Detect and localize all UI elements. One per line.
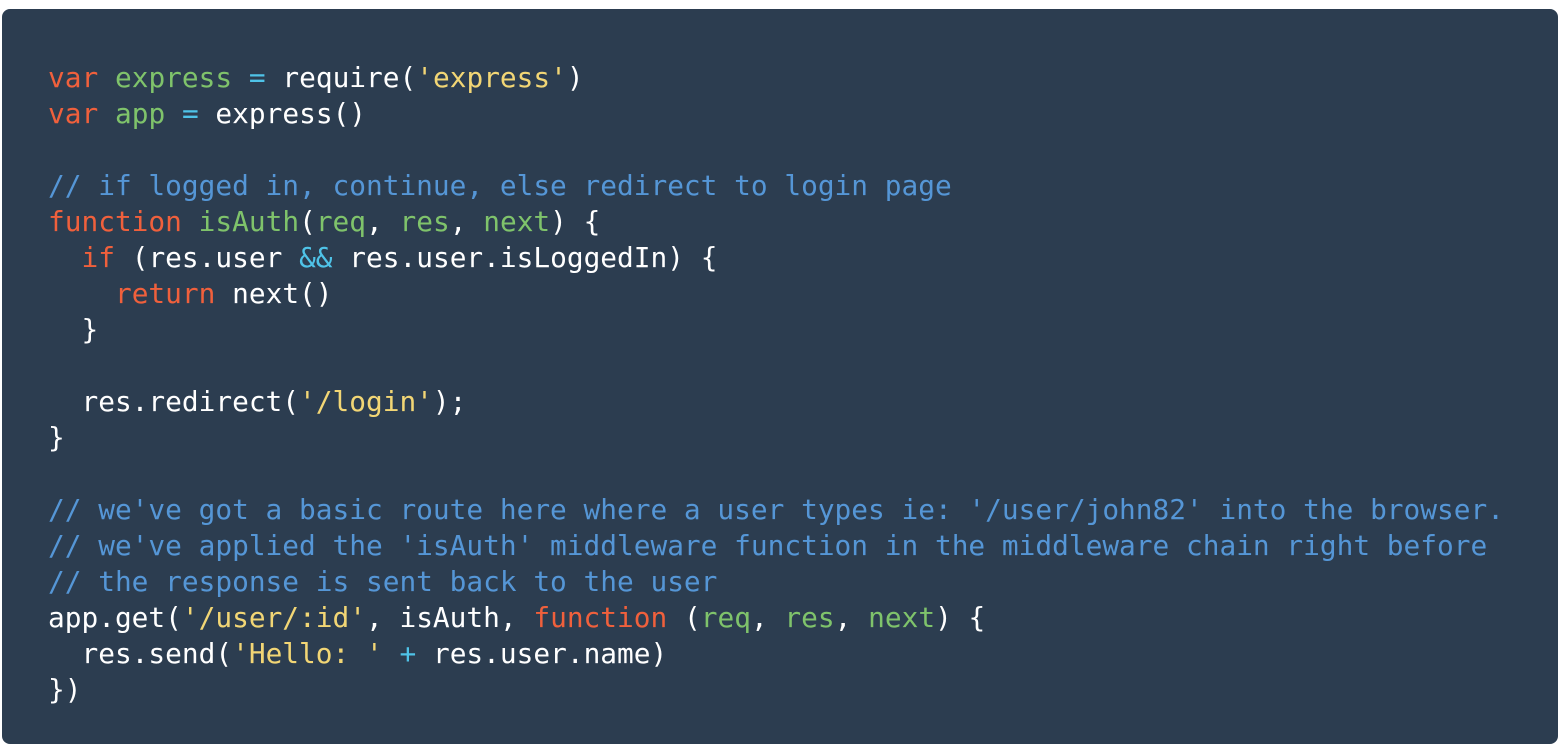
code-line: if (res.user && res.user.isLoggedIn) {	[48, 240, 1504, 276]
code-token-comment: // we've applied the 'isAuth' middleware…	[48, 529, 1488, 562]
code-line: var app = express()	[48, 96, 1504, 132]
code-block: var express = require('express') var app …	[2, 9, 1558, 744]
code-token-identifier: res	[399, 205, 450, 238]
code-token-plain: ) {	[935, 601, 986, 634]
code-token-plain: , isAuth,	[365, 601, 534, 634]
code-line: var express = require('express')	[48, 60, 1504, 96]
code-token-identifier: express	[114, 61, 233, 94]
code-line: ​	[48, 456, 1504, 492]
code-token-keyword: return	[114, 277, 216, 310]
code-token-plain: )	[566, 61, 584, 94]
code-token-identifier: res	[784, 601, 835, 634]
code-token-keyword: function	[48, 205, 182, 238]
code-token-plain: res.user.isLoggedIn) {	[332, 241, 718, 274]
code-token-keyword: var	[48, 61, 99, 94]
code-token-keyword: function	[533, 601, 668, 634]
code-token-keyword: var	[48, 97, 99, 130]
code-token-plain: require(	[265, 61, 417, 94]
code-line: // we've got a basic route here where a …	[48, 492, 1504, 528]
code-token-comment: // we've got a basic route here where a …	[48, 493, 1504, 526]
code-line: // the response is sent back to the user	[48, 564, 1504, 600]
code-line: res.redirect('/login');	[48, 384, 1504, 420]
code-token-comment: // if logged in, continue, else redirect…	[48, 169, 952, 202]
code-token-identifier: app	[114, 97, 166, 130]
code-token-operator: +	[399, 637, 417, 670]
code-line: function isAuth(req, res, next) {	[48, 204, 1504, 240]
code-token-string: '/login'	[299, 385, 433, 418]
code-token-identifier: req	[315, 205, 367, 238]
code-token-plain: app.get(	[48, 601, 182, 634]
code-line: })	[48, 672, 1504, 708]
code-token-string: 'Hello: '	[232, 637, 383, 670]
code-token-plain: (	[667, 601, 701, 634]
code-content: var express = require('express') var app …	[48, 60, 1504, 708]
code-token-plain: ,	[366, 205, 400, 238]
code-token-string: '/user/:id'	[181, 601, 366, 634]
code-line: ​	[48, 132, 1504, 168]
code-token-plain: ,	[750, 601, 785, 634]
code-token-plain: express()	[198, 97, 367, 130]
code-line: }	[48, 312, 1504, 348]
code-token-identifier: req	[700, 601, 751, 634]
code-token-plain: }	[48, 421, 65, 454]
code-token-plain: ,	[834, 601, 869, 634]
code-line: app.get('/user/:id', isAuth, function (r…	[48, 600, 1504, 636]
code-token-identifier: next	[483, 205, 551, 238]
code-token-plain: next()	[215, 277, 333, 310]
code-token-operator: =	[181, 97, 199, 130]
code-token-plain: );	[432, 385, 467, 418]
code-token-operator: =	[248, 61, 266, 94]
code-token-identifier: isAuth	[198, 205, 300, 238]
code-token-operator: &&	[299, 241, 333, 274]
code-line: return next()	[48, 276, 1504, 312]
code-line: ​	[48, 348, 1504, 384]
code-token-plain: })	[48, 673, 82, 706]
code-token-plain: (res.user	[114, 241, 300, 274]
code-token-plain: ) {	[550, 205, 601, 238]
code-token-comment: // the response is sent back to the user	[48, 565, 718, 598]
code-token-keyword: if	[81, 241, 115, 274]
code-token-plain: }	[48, 313, 99, 346]
code-line: res.send('Hello: ' + res.user.name)	[48, 636, 1504, 672]
code-token-identifier: next	[868, 601, 936, 634]
code-token-plain: res.send(	[48, 637, 233, 670]
code-line: // if logged in, continue, else redirect…	[48, 168, 1504, 204]
code-line: }	[48, 420, 1504, 456]
code-token-plain: ,	[449, 205, 484, 238]
code-token-plain: res.redirect(	[48, 385, 300, 418]
code-line: // we've applied the 'isAuth' middleware…	[48, 528, 1504, 564]
code-token-plain: (	[299, 205, 316, 238]
code-token-plain: res.user.name)	[416, 637, 668, 670]
code-token-string: 'express'	[416, 61, 567, 94]
